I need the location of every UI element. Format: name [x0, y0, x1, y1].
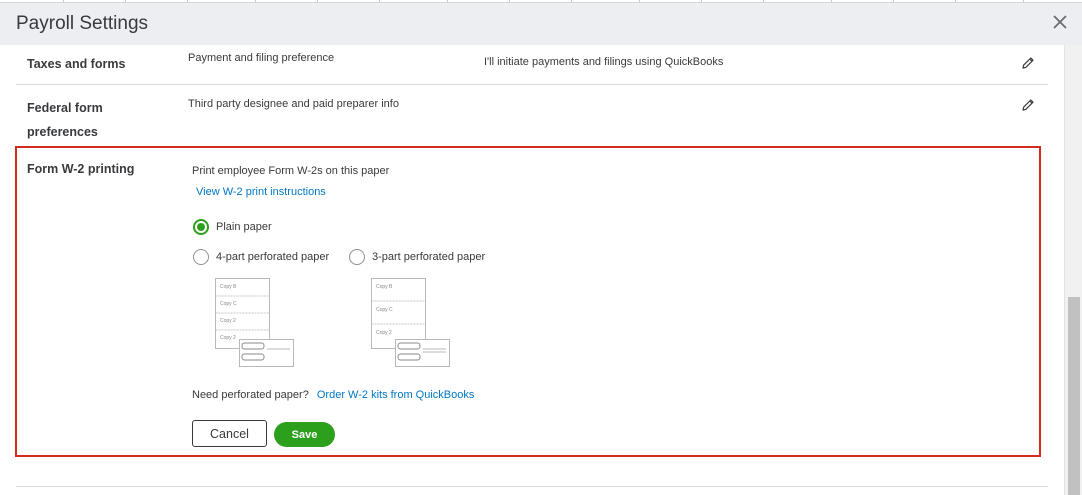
taxes-forms-value: I'll initiate payments and filings using… — [484, 56, 724, 68]
w2-printing-label: Form W-2 printing — [27, 162, 135, 176]
radio-3-part-paper[interactable]: 3-part perforated paper — [349, 249, 485, 265]
three-part-paper-illustration: Copy B Copy C Copy 2 — [371, 278, 450, 367]
taxes-forms-label: Taxes and forms — [27, 57, 126, 71]
federal-form-description: Third party designee and paid preparer i… — [188, 98, 399, 110]
four-part-paper-illustration: Copy B Copy C Copy 2 Copy 2 — [215, 278, 294, 367]
close-icon[interactable] — [1049, 11, 1071, 33]
taxes-forms-description: Payment and filing preference — [188, 52, 335, 64]
four-part-copy-label-1: Copy B — [220, 284, 237, 290]
three-part-copy-label-1: Copy B — [376, 284, 393, 290]
radio-plain-paper[interactable]: Plain paper — [193, 219, 272, 235]
three-part-copy-label-2: Copy C — [376, 307, 393, 313]
radio-button[interactable] — [349, 249, 365, 265]
settings-content: Taxes and forms Payment and filing prefe… — [0, 45, 1064, 495]
w2-instructions-link[interactable]: View W-2 print instructions — [196, 186, 326, 198]
radio-button[interactable] — [193, 219, 209, 235]
w2-description: Print employee Form W-2s on this paper — [192, 165, 390, 177]
radio-label: 4-part perforated paper — [216, 251, 330, 263]
four-part-copy-label-4: Copy 2 — [220, 335, 236, 341]
pencil-icon[interactable] — [1020, 55, 1036, 71]
radio-button[interactable] — [193, 249, 209, 265]
federal-form-label-line2: preferences — [27, 125, 98, 139]
w2-printing-section: Form W-2 printing Print employee Form W-… — [15, 146, 1041, 457]
federal-form-label-line1: Federal form — [27, 101, 103, 115]
radio-label: Plain paper — [216, 221, 272, 233]
four-part-copy-label-2: Copy C — [220, 301, 237, 307]
cancel-button[interactable]: Cancel — [192, 420, 267, 447]
order-w2-kits-link[interactable]: Order W-2 kits from QuickBooks — [317, 389, 475, 401]
radio-label: 3-part perforated paper — [372, 251, 486, 263]
dialog-title: Payroll Settings — [16, 13, 149, 34]
radio-4-part-paper[interactable]: 4-part perforated paper — [193, 249, 329, 265]
dialog-header: Payroll Settings — [0, 2, 1082, 45]
scrollbar-thumb[interactable] — [1068, 297, 1080, 495]
section-divider — [16, 486, 1048, 487]
four-part-copy-label-3: Copy 2 — [220, 318, 236, 324]
scrollbar[interactable] — [1064, 45, 1082, 495]
pencil-icon[interactable] — [1020, 97, 1036, 113]
need-perforated-text: Need perforated paper? Order W-2 kits fr… — [192, 389, 474, 401]
need-perforated-label: Need perforated paper? — [192, 389, 309, 401]
row-divider — [16, 84, 1048, 85]
three-part-copy-label-3: Copy 2 — [376, 330, 392, 336]
save-button[interactable]: Save — [274, 422, 335, 447]
